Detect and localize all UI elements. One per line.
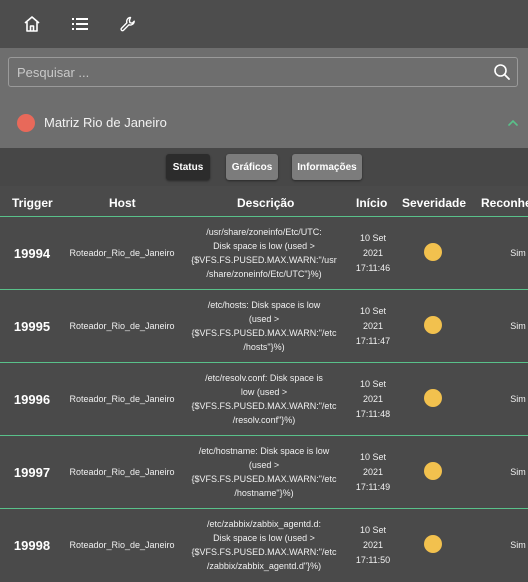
- acknowledged-value: Sim: [510, 540, 526, 550]
- search-box: [8, 57, 518, 87]
- description: /etc/hosts: Disk space is low (used > {$VF…: [191, 300, 337, 352]
- filter-panel: Matriz Rio de Janeiro: [0, 48, 528, 148]
- header-start[interactable]: Início: [356, 186, 387, 216]
- severity-indicator: [424, 243, 442, 261]
- location-header[interactable]: Matriz Rio de Janeiro: [0, 104, 528, 144]
- severity-indicator: [424, 389, 442, 407]
- host-name: Roteador_Rio_de_Janeiro: [69, 540, 175, 550]
- description: /etc/hostname: Disk space is low (used >{…: [191, 446, 337, 498]
- acknowledged-value: Sim: [510, 321, 526, 331]
- description: /etc/resolv.conf: Disk space is low (used…: [191, 373, 337, 425]
- header-trigger[interactable]: Trigger: [12, 186, 53, 216]
- table-header: Trigger Host Descrição Início Severidade…: [0, 186, 528, 217]
- start-time: 10 Set 2021 17:11:47: [355, 305, 391, 346]
- header-acknowledged[interactable]: Reconhe: [481, 186, 528, 216]
- table-row[interactable]: 19995 Roteador_Rio_de_Janeiro /etc/hosts…: [0, 289, 528, 362]
- host-name: Roteador_Rio_de_Janeiro: [69, 394, 175, 404]
- table-row[interactable]: 19997 Roteador_Rio_de_Janeiro /etc/hostn…: [0, 435, 528, 508]
- header-description[interactable]: Descrição: [237, 186, 294, 216]
- trigger-id: 19996: [13, 391, 51, 407]
- table-row[interactable]: 19998 Roteador_Rio_de_Janeiro /etc/zabbi…: [0, 508, 528, 581]
- tab-bar: Status Gráficos Informações: [0, 148, 528, 186]
- start-time: 10 Set 2021 17:11:50: [355, 524, 391, 565]
- table-row[interactable]: 19994 Roteador_Rio_de_Janeiro /usr/share…: [0, 216, 528, 289]
- list-icon[interactable]: [68, 12, 92, 36]
- triggers-table: Trigger Host Descrição Início Severidade…: [0, 186, 528, 582]
- tab-informacoes[interactable]: Informações: [292, 154, 362, 180]
- start-time: 10 Set 2021 17:11:49: [355, 451, 391, 492]
- location-name: Matriz Rio de Janeiro: [44, 115, 167, 130]
- tab-status[interactable]: Status: [166, 154, 210, 180]
- trigger-id: 19995: [13, 318, 51, 334]
- severity-indicator: [424, 535, 442, 553]
- search-icon[interactable]: [493, 63, 511, 81]
- host-name: Roteador_Rio_de_Janeiro: [69, 321, 175, 331]
- home-icon[interactable]: [20, 12, 44, 36]
- start-time: 10 Set 2021 17:11:46: [355, 232, 391, 273]
- description: /usr/share/zoneinfo/Etc/UTC: Disk space i…: [191, 227, 337, 279]
- top-nav-bar: [0, 0, 528, 48]
- host-name: Roteador_Rio_de_Janeiro: [69, 467, 175, 477]
- severity-indicator: [424, 316, 442, 334]
- acknowledged-value: Sim: [510, 248, 526, 258]
- acknowledged-value: Sim: [510, 467, 526, 477]
- chevron-up-icon[interactable]: [506, 116, 520, 130]
- trigger-id: 19994: [13, 245, 51, 261]
- description: /etc/zabbix/zabbix_agentd.d: Disk space i…: [191, 519, 337, 571]
- acknowledged-value: Sim: [510, 394, 526, 404]
- trigger-id: 19998: [13, 537, 51, 553]
- header-host[interactable]: Host: [109, 186, 136, 216]
- tab-graficos[interactable]: Gráficos: [226, 154, 278, 180]
- start-time: 10 Set 2021 17:11:48: [355, 378, 391, 419]
- host-name: Roteador_Rio_de_Janeiro: [69, 248, 175, 258]
- table-row[interactable]: 19996 Roteador_Rio_de_Janeiro /etc/resol…: [0, 362, 528, 435]
- severity-indicator: [424, 462, 442, 480]
- search-input[interactable]: [9, 58, 479, 86]
- header-severity[interactable]: Severidade: [402, 186, 466, 216]
- location-status-dot: [17, 114, 35, 132]
- trigger-id: 19997: [13, 464, 51, 480]
- wrench-icon[interactable]: [116, 12, 140, 36]
